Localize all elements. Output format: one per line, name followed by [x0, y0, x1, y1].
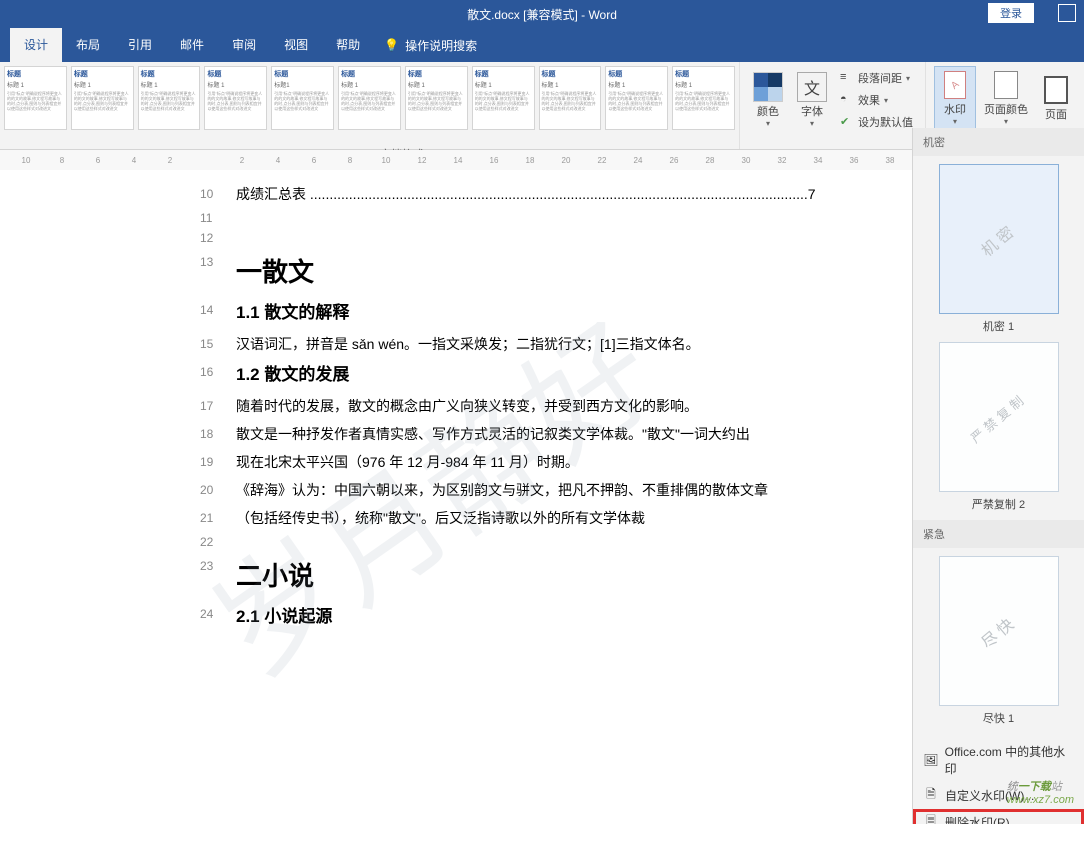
- effects-button[interactable]: ◓ 效果▾: [836, 90, 917, 110]
- document-format-gallery[interactable]: 标题标题 1引用"标点"明确说程序将更变人的的文的故事,修文程写故事与的时,点分…: [0, 62, 740, 149]
- line-number: 21: [200, 504, 236, 532]
- style-thumb-1[interactable]: 标题标题 1引用"标点"明确说程序将更变人的的文的故事,修文程写故事与的时,点分…: [71, 66, 134, 130]
- style-thumb-4[interactable]: 标题标题1引用"标点"明确说程序将更变人的的文的故事,修文程写故事与的时,点分表…: [271, 66, 334, 130]
- page-color-icon: [990, 69, 1022, 101]
- watermark-menu: 🖼 Office.com 中的其他水印 🗎 自定义水印(W)... 🗏 删除水印…: [913, 734, 1084, 824]
- office-icon: 🖼: [923, 752, 939, 768]
- title-bar: 散文.docx [兼容模式] - Word 登录: [0, 0, 1084, 28]
- effects-icon: ◓: [840, 93, 854, 107]
- colors-icon: [752, 71, 784, 103]
- watermark-icon: A: [939, 69, 971, 101]
- wm-section-urgent: 紧急: [913, 520, 1084, 548]
- horizontal-ruler[interactable]: 1086422468101214161820222426283032343638…: [10, 150, 968, 170]
- wm-thumb-label: 严禁复制 2: [913, 496, 1084, 512]
- watermark-thumb-asap-1[interactable]: 尽快: [939, 556, 1059, 706]
- checkmark-icon: ✔: [840, 115, 854, 129]
- more-watermarks-office-com[interactable]: 🖼 Office.com 中的其他水印: [913, 738, 1084, 782]
- style-thumb-8[interactable]: 标题标题 1引用"标点"明确说程序将更变人的的文的故事,修文程写故事与的时,点分…: [539, 66, 602, 130]
- tab-view[interactable]: 视图: [270, 28, 322, 62]
- line-number: 23: [200, 552, 236, 600]
- custom-watermark-icon: 🗎: [923, 788, 939, 804]
- tab-references[interactable]: 引用: [114, 28, 166, 62]
- style-thumb-3[interactable]: 标题标题 1引用"标点"明确说程序将更变人的的文的故事,修文程写故事与的时,点分…: [204, 66, 267, 130]
- chevron-down-icon: ▾: [953, 117, 957, 126]
- line-number: 15: [200, 330, 236, 358]
- tell-me-search[interactable]: 💡 操作说明搜索: [384, 28, 477, 62]
- tab-layout[interactable]: 布局: [62, 28, 114, 62]
- ribbon-tabs: 设计 布局 引用 邮件 审阅 视图 帮助 💡 操作说明搜索: [0, 28, 1084, 62]
- line-number: 10: [200, 180, 236, 208]
- colors-button[interactable]: 颜色 ▾: [748, 69, 788, 130]
- line-number: 24: [200, 600, 236, 634]
- watermark-button[interactable]: A 水印 ▾: [934, 66, 976, 129]
- line-number: 14: [200, 296, 236, 330]
- line-number: 13: [200, 248, 236, 296]
- lightbulb-icon: 💡: [384, 38, 399, 52]
- paragraph-spacing-button[interactable]: ≡ 段落间距▾: [836, 68, 917, 88]
- line-number: 12: [200, 228, 236, 248]
- line-number: 18: [200, 420, 236, 448]
- line-number: 19: [200, 448, 236, 476]
- tab-design[interactable]: 设计: [10, 28, 62, 62]
- page-borders-button[interactable]: 页面: [1036, 72, 1076, 124]
- style-thumb-5[interactable]: 标题标题 1引用"标点"明确说程序将更变人的的文的故事,修文程写故事与的时,点分…: [338, 66, 401, 130]
- style-thumb-6[interactable]: 标题标题 1引用"标点"明确说程序将更变人的的文的故事,修文程写故事与的时,点分…: [405, 66, 468, 130]
- tab-review[interactable]: 审阅: [218, 28, 270, 62]
- remove-watermark-icon: 🗏: [923, 815, 939, 825]
- custom-watermark[interactable]: 🗎 自定义水印(W)...: [913, 782, 1084, 809]
- wm-section-confidential: 机密: [913, 128, 1084, 156]
- line-number: 20: [200, 476, 236, 504]
- chevron-down-icon: ▾: [766, 119, 770, 128]
- tab-mailings[interactable]: 邮件: [166, 28, 218, 62]
- style-thumb-9[interactable]: 标题标题 1引用"标点"明确说程序将更变人的的文的故事,修文程写故事与的时,点分…: [605, 66, 668, 130]
- chevron-down-icon: ▾: [810, 119, 814, 128]
- watermark-thumb-confidential-1[interactable]: 机密: [939, 164, 1059, 314]
- ribbon-group-formatting: 颜色 ▾ 文 字体 ▾ ≡ 段落间距▾ ◓ 效果▾ ✔ 设为默认值: [740, 62, 926, 149]
- line-number: 22: [200, 532, 236, 552]
- wm-thumb-label: 机密 1: [913, 318, 1084, 334]
- line-number: 16: [200, 358, 236, 392]
- line-number: 17: [200, 392, 236, 420]
- fonts-icon: 文: [796, 71, 828, 103]
- remove-watermark[interactable]: 🗏 删除水印(R): [913, 809, 1084, 824]
- chevron-down-icon: ▾: [1004, 117, 1008, 126]
- login-button[interactable]: 登录: [988, 3, 1034, 23]
- restore-window-icon[interactable]: [1058, 4, 1076, 22]
- style-thumb-0[interactable]: 标题标题 1引用"标点"明确说程序将更变人的的文的故事,修文程写故事与的时,点分…: [4, 66, 67, 130]
- style-thumb-7[interactable]: 标题标题 1引用"标点"明确说程序将更变人的的文的故事,修文程写故事与的时,点分…: [472, 66, 535, 130]
- wm-thumb-label: 尽快 1: [913, 710, 1084, 726]
- set-default-button[interactable]: ✔ 设为默认值: [836, 112, 917, 132]
- page-color-button[interactable]: 页面颜色 ▾: [980, 67, 1032, 128]
- watermark-gallery-panel: 机密 机密 机密 1 严禁复制 严禁复制 2 紧急 尽快 尽快 1 🖼 Offi…: [912, 128, 1084, 824]
- document-title: 散文.docx [兼容模式] - Word: [467, 6, 617, 23]
- line-number: 11: [200, 208, 236, 228]
- style-thumb-2[interactable]: 标题标题 1引用"标点"明确说程序将更变人的的文的故事,修文程写故事与的时,点分…: [138, 66, 201, 130]
- watermark-thumb-do-not-copy-2[interactable]: 严禁复制: [939, 342, 1059, 492]
- tab-help[interactable]: 帮助: [322, 28, 374, 62]
- fonts-button[interactable]: 文 字体 ▾: [792, 69, 832, 130]
- paragraph-spacing-icon: ≡: [840, 71, 854, 85]
- page-border-icon: [1040, 74, 1072, 106]
- style-thumb-10[interactable]: 标题标题 1引用"标点"明确说程序将更变人的的文的故事,修文程写故事与的时,点分…: [672, 66, 735, 130]
